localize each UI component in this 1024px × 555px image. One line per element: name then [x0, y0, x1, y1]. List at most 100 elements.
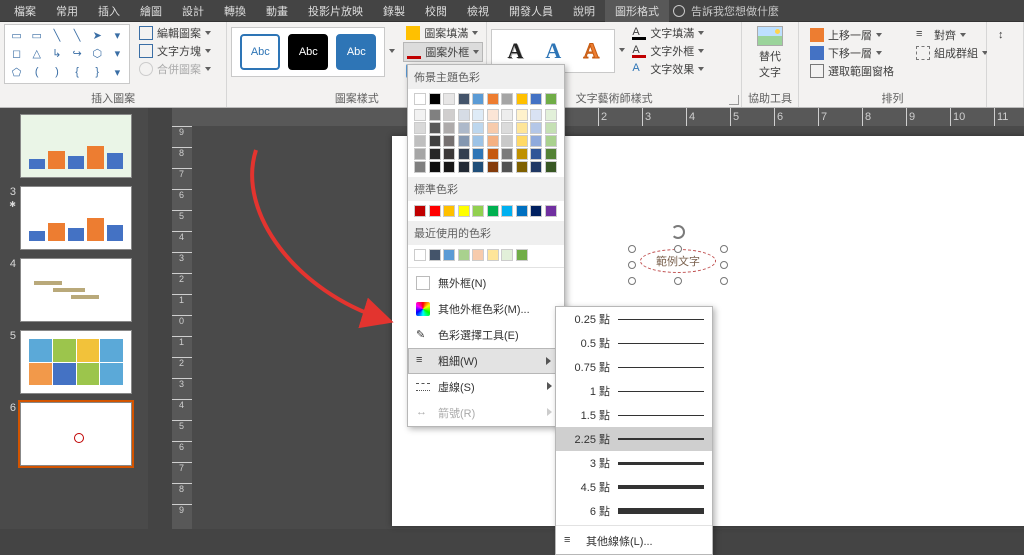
color-swatch[interactable]: [516, 148, 528, 160]
weight-option[interactable]: 4.5 點: [556, 475, 712, 499]
style-thumb[interactable]: Abc: [288, 34, 328, 70]
align-button[interactable]: ≡對齊: [913, 26, 991, 44]
group-button[interactable]: 組成群組: [913, 44, 991, 62]
dialog-launcher[interactable]: [729, 95, 739, 105]
color-swatch[interactable]: [414, 109, 426, 121]
color-swatch[interactable]: [501, 122, 513, 134]
color-swatch[interactable]: [501, 135, 513, 147]
color-swatch[interactable]: [458, 122, 470, 134]
style-thumb[interactable]: Abc: [336, 34, 376, 70]
color-swatch[interactable]: [472, 249, 484, 261]
color-swatch[interactable]: [458, 249, 470, 261]
menu-常用[interactable]: 常用: [46, 0, 88, 22]
color-swatch[interactable]: [429, 148, 441, 160]
color-swatch[interactable]: [429, 135, 441, 147]
color-swatch[interactable]: [443, 122, 455, 134]
color-swatch[interactable]: [530, 135, 542, 147]
color-swatch[interactable]: [443, 93, 455, 105]
slide-thumb[interactable]: [0, 110, 148, 182]
color-swatch[interactable]: [414, 122, 426, 134]
slide-thumb[interactable]: 6: [0, 398, 148, 470]
resize-handle[interactable]: [720, 277, 728, 285]
resize-handle[interactable]: [628, 261, 636, 269]
text-outline-button[interactable]: A文字外框: [629, 42, 707, 60]
color-swatch[interactable]: [414, 135, 426, 147]
resize-handle[interactable]: [628, 245, 636, 253]
color-swatch[interactable]: [429, 161, 441, 173]
shape-style-gallery[interactable]: Abc Abc Abc: [231, 27, 385, 77]
color-swatch[interactable]: [443, 148, 455, 160]
selected-shape[interactable]: 範例文字: [632, 241, 724, 281]
selection-pane-button[interactable]: 選取範圍窗格: [807, 62, 897, 80]
color-swatch[interactable]: [501, 161, 513, 173]
color-swatch[interactable]: [458, 161, 470, 173]
color-swatch[interactable]: [414, 249, 426, 261]
color-swatch[interactable]: [458, 135, 470, 147]
color-swatch[interactable]: [516, 249, 528, 261]
color-swatch[interactable]: [516, 161, 528, 173]
color-swatch[interactable]: [429, 109, 441, 121]
style-thumb[interactable]: Abc: [240, 34, 280, 70]
color-swatch[interactable]: [414, 161, 426, 173]
color-swatch[interactable]: [429, 93, 441, 105]
color-swatch[interactable]: [429, 249, 441, 261]
wordart-thumb[interactable]: A: [576, 36, 606, 66]
color-swatch[interactable]: [545, 205, 557, 217]
slide-panel[interactable]: 3✱456: [0, 108, 148, 529]
color-swatch[interactable]: [545, 148, 557, 160]
color-swatch[interactable]: [545, 135, 557, 147]
color-swatch[interactable]: [414, 93, 426, 105]
color-swatch[interactable]: [429, 122, 441, 134]
color-swatch[interactable]: [487, 122, 499, 134]
resize-handle[interactable]: [720, 261, 728, 269]
color-swatch[interactable]: [530, 161, 542, 173]
weight-option[interactable]: 3 點: [556, 451, 712, 475]
bring-forward-button[interactable]: 上移一層: [807, 26, 897, 44]
color-swatch[interactable]: [545, 109, 557, 121]
weight-option[interactable]: 1.5 點: [556, 403, 712, 427]
color-swatch[interactable]: [516, 135, 528, 147]
color-swatch[interactable]: [472, 135, 484, 147]
textbox-button[interactable]: 文字方塊: [136, 42, 214, 60]
color-swatch[interactable]: [516, 205, 528, 217]
weight-item[interactable]: ≡粗細(W): [408, 348, 564, 374]
menu-開發人員[interactable]: 開發人員: [499, 0, 563, 22]
color-swatch[interactable]: [443, 109, 455, 121]
no-outline-item[interactable]: 無外框(N): [408, 270, 564, 296]
menu-動畫[interactable]: 動畫: [256, 0, 298, 22]
weight-option[interactable]: 0.75 點: [556, 355, 712, 379]
color-swatch[interactable]: [472, 93, 484, 105]
menu-設計[interactable]: 設計: [172, 0, 214, 22]
color-swatch[interactable]: [472, 122, 484, 134]
color-swatch[interactable]: [458, 109, 470, 121]
menu-檔案[interactable]: 檔案: [4, 0, 46, 22]
rotate-handle[interactable]: [671, 225, 685, 239]
color-swatch[interactable]: [443, 161, 455, 173]
color-swatch[interactable]: [516, 109, 528, 121]
resize-handle[interactable]: [674, 245, 682, 253]
color-swatch[interactable]: [487, 148, 499, 160]
color-swatch[interactable]: [414, 148, 426, 160]
weight-option[interactable]: 2.25 點: [556, 427, 712, 451]
color-swatch[interactable]: [545, 93, 557, 105]
menu-檢視[interactable]: 檢視: [457, 0, 499, 22]
color-swatch[interactable]: [472, 205, 484, 217]
weight-option[interactable]: 6 點: [556, 499, 712, 523]
wordart-gallery-expand[interactable]: [619, 48, 625, 55]
color-swatch[interactable]: [458, 205, 470, 217]
eyedropper-item[interactable]: ✎色彩選擇工具(E): [408, 322, 564, 348]
color-swatch[interactable]: [501, 109, 513, 121]
color-swatch[interactable]: [545, 122, 557, 134]
weight-option[interactable]: 0.5 點: [556, 331, 712, 355]
color-swatch[interactable]: [530, 148, 542, 160]
wordart-thumb[interactable]: A: [538, 36, 568, 66]
menu-說明[interactable]: 說明: [563, 0, 605, 22]
send-backward-button[interactable]: 下移一層: [807, 44, 897, 62]
menu-圖形格式[interactable]: 圖形格式: [605, 0, 669, 22]
more-lines-item[interactable]: ≡其他線條(L)...: [556, 528, 712, 554]
color-swatch[interactable]: [458, 93, 470, 105]
color-swatch[interactable]: [443, 135, 455, 147]
more-colors-item[interactable]: 其他外框色彩(M)...: [408, 296, 564, 322]
slide-thumb[interactable]: 3✱: [0, 182, 148, 254]
color-swatch[interactable]: [443, 249, 455, 261]
